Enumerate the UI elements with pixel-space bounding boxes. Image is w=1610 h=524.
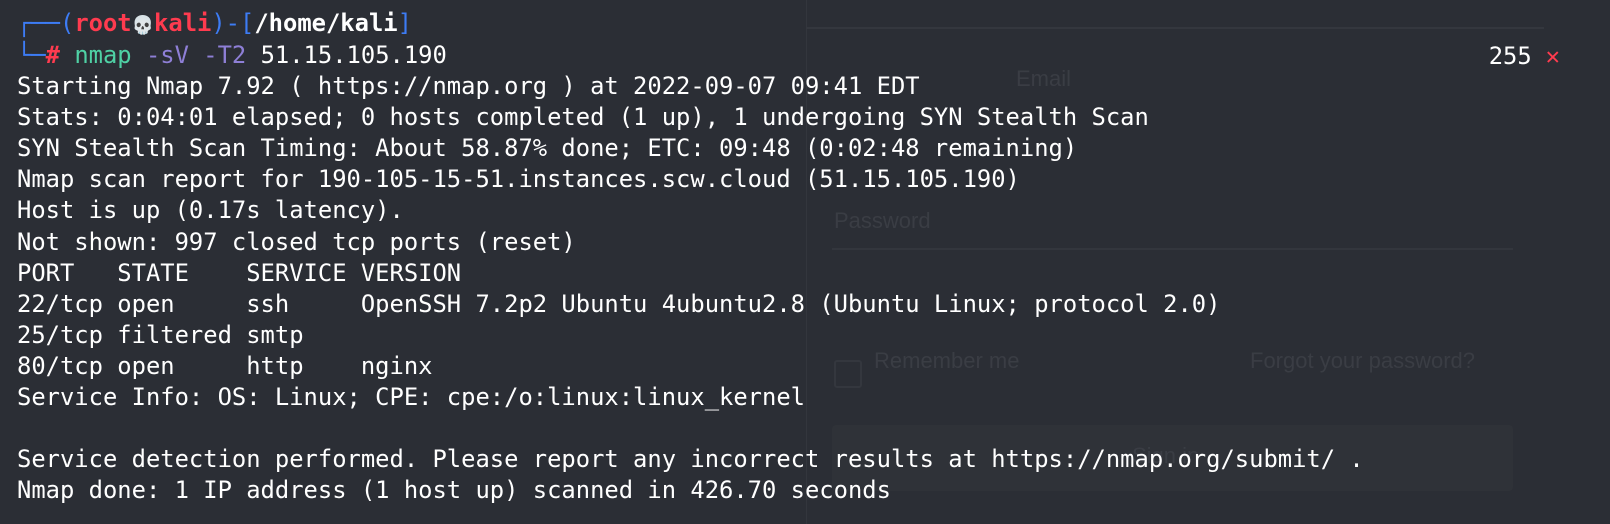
prompt-cwd: /home/kali [254, 9, 398, 37]
output-line: PORT STATE SERVICE VERSION [17, 259, 462, 287]
terminal-window[interactable]: Email Password Remember me Forgot your p… [0, 0, 1610, 524]
command-line[interactable]: └─# nmap -sV -T2 51.15.105.190 [17, 39, 447, 71]
error-x-icon: ✕ [1545, 42, 1560, 70]
prompt-header: ┌──(root💀kali)-[/home/kali] [17, 9, 412, 37]
command-name: nmap [74, 41, 132, 69]
background-remember-label: Remember me [874, 348, 1020, 373]
skull-icon: 💀 [131, 15, 155, 36]
output-line: 80/tcp open http nginx [17, 352, 433, 380]
command-option-t2: -T2 [203, 41, 247, 69]
background-password-field [832, 248, 1513, 250]
exit-status: 255 ✕ [1489, 40, 1560, 72]
output-line: Starting Nmap 7.92 ( https://nmap.org ) … [17, 72, 920, 100]
background-divider [806, 27, 1544, 29]
prompt-host: kali [154, 9, 212, 37]
background-remember-checkbox [834, 360, 862, 388]
output-line: SYN Stealth Scan Timing: About 58.87% do… [17, 134, 1078, 162]
output-line: Stats: 0:04:01 elapsed; 0 hosts complete… [17, 103, 1149, 131]
exit-code: 255 [1488, 42, 1532, 70]
output-line: Service detection performed. Please repo… [17, 445, 1364, 473]
output-line: Nmap scan report for 190-105-15-51.insta… [17, 165, 1020, 193]
output-line: Nmap done: 1 IP address (1 host up) scan… [17, 476, 891, 504]
command-option-sv: -sV [145, 41, 189, 69]
command-target: 51.15.105.190 [260, 41, 447, 69]
background-password-label: Password [834, 208, 931, 233]
prompt-user: root [74, 9, 132, 37]
output-line: Not shown: 997 closed tcp ports (reset) [17, 228, 576, 256]
output-line: 22/tcp open ssh OpenSSH 7.2p2 Ubuntu 4ub… [17, 290, 1221, 318]
output-line: Host is up (0.17s latency). [17, 196, 404, 224]
output-line: 25/tcp filtered smtp [17, 321, 304, 349]
output-line: Service Info: OS: Linux; CPE: cpe:/o:lin… [17, 383, 805, 411]
background-forgot-link: Forgot your password? [1250, 348, 1475, 373]
prompt-symbol: # [45, 41, 60, 69]
background-email-label: Email [1016, 66, 1072, 91]
